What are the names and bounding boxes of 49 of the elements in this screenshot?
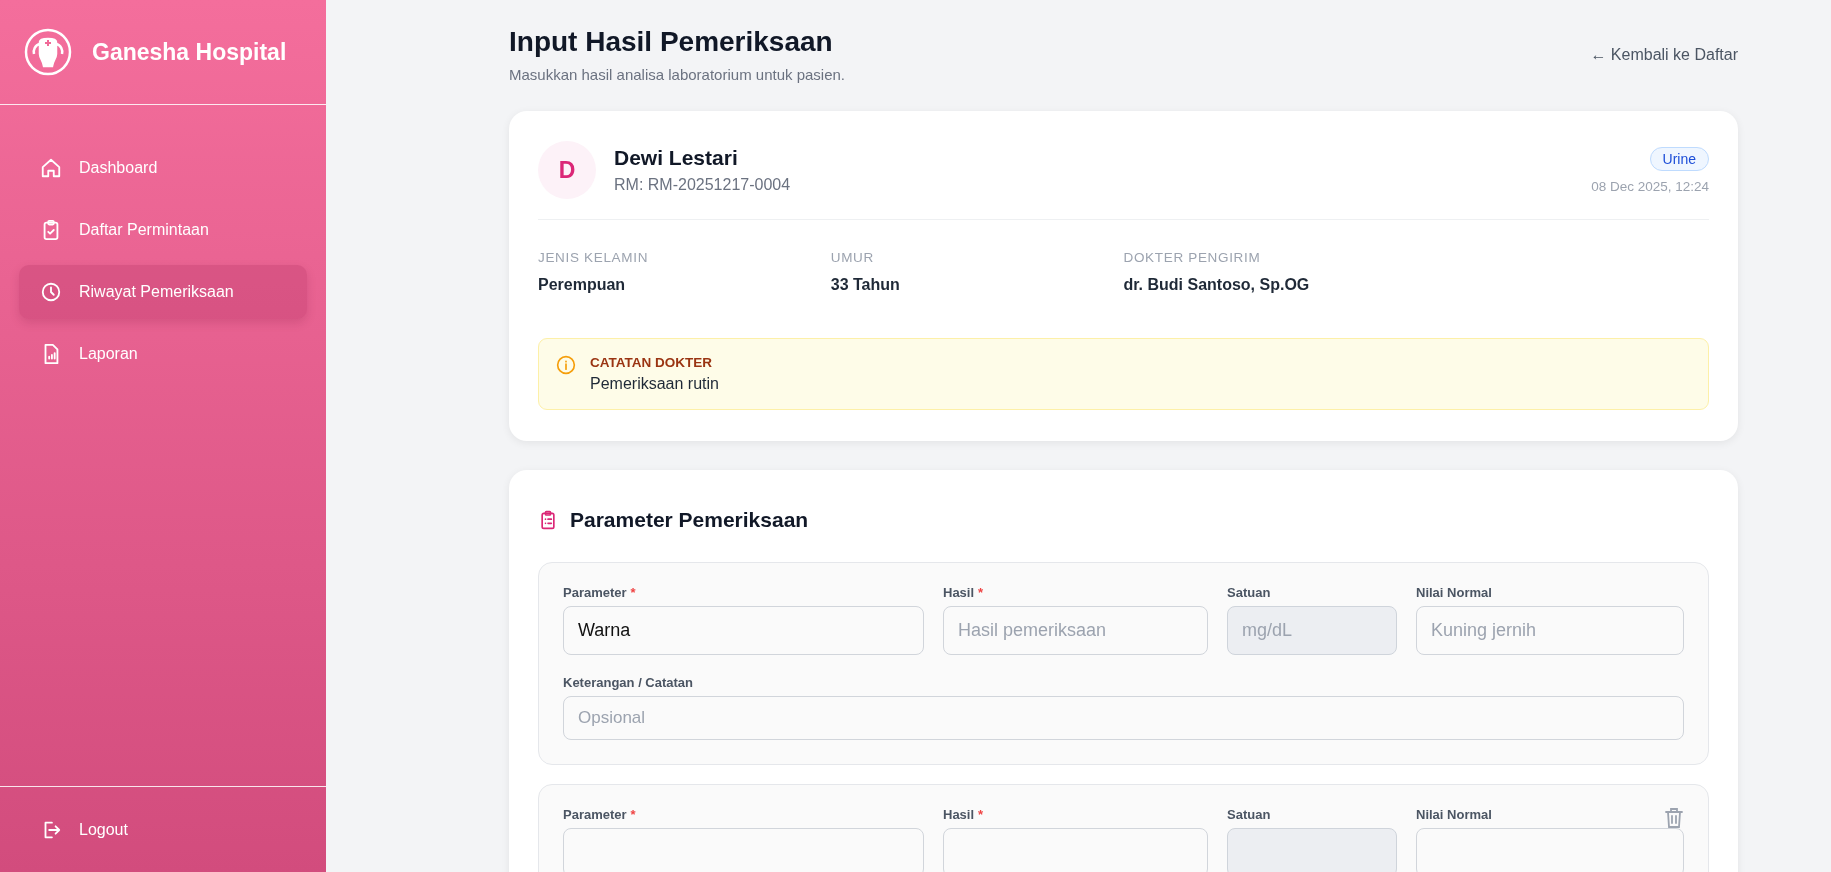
section-title: Parameter Pemeriksaan [570, 508, 809, 532]
input-field[interactable] [563, 828, 924, 872]
field-label: Parameter [563, 585, 627, 600]
input-field[interactable] [943, 828, 1208, 872]
logout-link[interactable]: Logout [19, 818, 149, 841]
clipboard-list-icon [538, 509, 558, 531]
info-icon [556, 355, 576, 375]
field-label: Parameter [563, 807, 627, 822]
info-label: UMUR [830, 250, 875, 265]
info-value: dr. Budi Santoso, Sp.OG [1123, 276, 1311, 294]
sidebar-item[interactable]: Daftar Permintaan [19, 203, 307, 257]
info-value: 33 Tahun [830, 276, 901, 294]
field-label: Satuan [1227, 585, 1271, 600]
required-mark: * [978, 585, 984, 600]
request-datetime: 08 Dec 2025, 12:24 [1591, 178, 1709, 194]
field-label: Hasil [943, 807, 975, 822]
elephant-logo-icon [24, 28, 72, 76]
home-icon [40, 157, 62, 179]
brand-name: Ganesha Hospital [92, 38, 287, 66]
required-mark: * [978, 807, 984, 822]
input-field[interactable]: Kuning jernih [1416, 606, 1684, 655]
field-label: Satuan [1227, 807, 1271, 822]
input-field[interactable]: Hasil pemeriksaan [943, 606, 1208, 655]
field-label: Nilai Normal [1416, 585, 1492, 600]
sidebar-item[interactable]: Dashboard [19, 141, 307, 195]
info-label: DOKTER PENGIRIM [1123, 250, 1262, 265]
medical-record-number: RM: RM-20251217-0004 [614, 176, 791, 194]
note-text: Pemeriksaan rutin [590, 375, 719, 393]
required-mark: * [630, 585, 636, 600]
patient-name: Dewi Lestari [614, 146, 738, 169]
info-label: JENIS KELAMIN [538, 250, 650, 265]
info-value: Perempuan [538, 276, 627, 294]
required-mark: * [630, 807, 636, 822]
field-label: Keterangan / Catatan [563, 675, 694, 690]
field-label: Hasil [943, 585, 975, 600]
sidebar-item[interactable]: Laporan [19, 327, 307, 381]
page-title: Input Hasil Pemeriksaan [509, 26, 834, 58]
back-link[interactable]: ← Kembali ke Daftar [1590, 46, 1738, 64]
field-label: Nilai Normal [1416, 807, 1492, 822]
note-title: CATATAN DOKTER [590, 355, 713, 370]
input-field[interactable] [1416, 828, 1684, 872]
input-field[interactable]: Opsional [563, 696, 1684, 740]
clock-icon [40, 281, 62, 303]
input-field[interactable]: Warna [563, 606, 924, 655]
avatar: D [538, 141, 596, 199]
page-subtitle: Masukkan hasil analisa laboratorium untuk pasien. [509, 66, 846, 83]
sample-type-badge: Urine [1649, 146, 1709, 171]
sidebar-item[interactable]: Riwayat Pemeriksaan [19, 265, 307, 319]
trash-icon[interactable] [1664, 807, 1684, 829]
